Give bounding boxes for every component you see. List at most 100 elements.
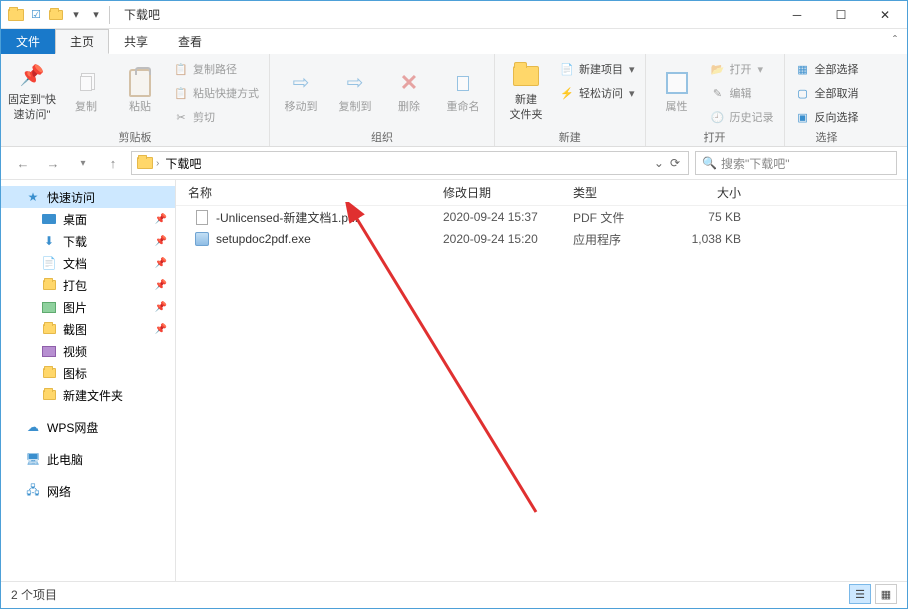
sidebar-pictures[interactable]: 图片📌 [1, 296, 175, 318]
file-row[interactable]: -Unlicensed-新建文档1.pdf2020-09-24 15:37PDF… [176, 206, 907, 228]
sidebar-quick-access[interactable]: ★快速访问 [1, 186, 175, 208]
folder-icon [41, 365, 57, 381]
new-folder-button[interactable]: 新建 文件夹 [501, 56, 551, 128]
copy-button[interactable]: 复制 [61, 56, 111, 128]
window-title: 下载吧 [124, 6, 160, 23]
breadcrumb-current[interactable]: 下载吧 [161, 155, 205, 172]
search-input[interactable]: 🔍 搜索"下载吧" [695, 151, 897, 175]
pin-icon: 📌 [155, 324, 167, 335]
paste-button[interactable]: 粘贴 [115, 56, 165, 128]
qat-overflow-icon[interactable]: ▾ [87, 6, 105, 24]
qat-new-icon[interactable] [47, 6, 65, 24]
view-icons-button[interactable]: ▦ [875, 584, 897, 604]
qat-properties-icon[interactable]: ☑ [27, 6, 45, 24]
delete-icon: ✕ [395, 69, 423, 97]
newfolder-icon [512, 62, 540, 90]
new-item-button[interactable]: 📄新建项目▾ [555, 58, 639, 80]
ribbon-group-open: 属性 📂打开▾ ✎编辑 🕘历史记录 打开 [646, 54, 785, 146]
breadcrumb[interactable]: › 下载吧 ⌄ ⟳ [131, 151, 689, 175]
folder-icon [7, 6, 25, 24]
refresh-icon[interactable]: ⟳ [670, 156, 680, 170]
ribbon-collapse-button[interactable]: ˆ [883, 29, 907, 54]
desktop-icon [41, 211, 57, 227]
file-icon [194, 231, 210, 247]
file-list-area: 名称 修改日期 类型 大小 -Unlicensed-新建文档1.pdf2020-… [176, 180, 907, 581]
sidebar-newfolder[interactable]: 新建文件夹 [1, 384, 175, 406]
search-placeholder: 搜索"下载吧" [721, 155, 790, 172]
select-none-button[interactable]: ▢全部取消 [791, 82, 863, 104]
sidebar-videos[interactable]: 视频 [1, 340, 175, 362]
close-button[interactable]: ✕ [863, 1, 907, 29]
invert-selection-button[interactable]: ▣反向选择 [791, 106, 863, 128]
window-controls: ─ ☐ ✕ [775, 1, 907, 29]
ribbon: 📌 固定到"快 速访问" 复制 粘贴 📋复制路径 📋粘贴快捷方式 ✂剪切 剪贴板… [1, 54, 907, 147]
tab-file[interactable]: 文件 [1, 29, 55, 54]
cut-button[interactable]: ✂剪切 [169, 106, 263, 128]
search-icon: 🔍 [702, 156, 717, 170]
sidebar-network[interactable]: 🖧网络 [1, 480, 175, 502]
breadcrumb-dropdown-icon[interactable]: ⌄ [654, 156, 664, 170]
properties-button[interactable]: 属性 [652, 56, 702, 128]
sidebar-downloads[interactable]: ⬇下载📌 [1, 230, 175, 252]
file-size: 1,038 KB [671, 232, 761, 246]
download-icon: ⬇ [41, 233, 57, 249]
nav-back-button[interactable]: ← [11, 151, 35, 175]
paste-shortcut-button[interactable]: 📋粘贴快捷方式 [169, 82, 263, 104]
sidebar-documents[interactable]: 📄文档📌 [1, 252, 175, 274]
pasteshortcut-icon: 📋 [173, 85, 189, 101]
easyaccess-icon: ⚡ [559, 85, 575, 101]
invert-icon: ▣ [795, 109, 811, 125]
maximize-button[interactable]: ☐ [819, 1, 863, 29]
move-to-button[interactable]: ⇨移动到 [276, 56, 326, 128]
copy-path-button[interactable]: 📋复制路径 [169, 58, 263, 80]
easy-access-button[interactable]: ⚡轻松访问▾ [555, 82, 639, 104]
copy-to-button[interactable]: ⇨复制到 [330, 56, 380, 128]
qat-dropdown-icon[interactable]: ▾ [67, 6, 85, 24]
nav-recent-button[interactable]: ▾ [71, 151, 95, 175]
history-button[interactable]: 🕘历史记录 [706, 106, 778, 128]
column-name[interactable]: 名称 [176, 184, 431, 201]
column-size[interactable]: 大小 [671, 184, 761, 201]
view-details-button[interactable]: ☰ [849, 584, 871, 604]
sidebar-dabao[interactable]: 打包📌 [1, 274, 175, 296]
pictures-icon [41, 299, 57, 315]
sidebar-this-pc[interactable]: 🖥此电脑 [1, 448, 175, 470]
ribbon-group-new: 新建 文件夹 📄新建项目▾ ⚡轻松访问▾ 新建 [495, 54, 646, 146]
open-button[interactable]: 📂打开▾ [706, 58, 778, 80]
pin-to-quickaccess-button[interactable]: 📌 固定到"快 速访问" [7, 56, 57, 128]
divider [109, 6, 110, 24]
title-bar: ☑ ▾ ▾ 下载吧 ─ ☐ ✕ [1, 1, 907, 29]
rename-button[interactable]: 重命名 [438, 56, 488, 128]
edit-icon: ✎ [710, 85, 726, 101]
tab-view[interactable]: 查看 [163, 29, 217, 54]
file-row[interactable]: setupdoc2pdf.exe2020-09-24 15:20应用程序1,03… [176, 228, 907, 250]
star-icon: ★ [25, 189, 41, 205]
edit-button[interactable]: ✎编辑 [706, 82, 778, 104]
sidebar-wps-cloud[interactable]: ☁WPS网盘 [1, 416, 175, 438]
paste-icon [126, 69, 154, 97]
sidebar-desktop[interactable]: 桌面📌 [1, 208, 175, 230]
select-all-button[interactable]: ▦全部选择 [791, 58, 863, 80]
tab-share[interactable]: 共享 [109, 29, 163, 54]
open-icon: 📂 [710, 61, 726, 77]
quick-access-toolbar: ☑ ▾ ▾ [1, 6, 105, 24]
file-type: PDF 文件 [561, 209, 671, 226]
minimize-button[interactable]: ─ [775, 1, 819, 29]
breadcrumb-folder-icon [136, 154, 154, 172]
sidebar-icons[interactable]: 图标 [1, 362, 175, 384]
nav-up-button[interactable]: ↑ [101, 151, 125, 175]
pin-icon: 📌 [155, 214, 167, 225]
pin-icon: 📌 [155, 236, 167, 247]
delete-button[interactable]: ✕删除 [384, 56, 434, 128]
chevron-right-icon[interactable]: › [156, 158, 159, 169]
folder-icon [41, 387, 57, 403]
column-date[interactable]: 修改日期 [431, 184, 561, 201]
address-bar: ← → ▾ ↑ › 下载吧 ⌄ ⟳ 🔍 搜索"下载吧" [1, 147, 907, 180]
nav-forward-button[interactable]: → [41, 151, 65, 175]
tab-home[interactable]: 主页 [55, 29, 109, 54]
sidebar-jietu[interactable]: 截图📌 [1, 318, 175, 340]
column-type[interactable]: 类型 [561, 184, 671, 201]
ribbon-group-clipboard: 📌 固定到"快 速访问" 复制 粘贴 📋复制路径 📋粘贴快捷方式 ✂剪切 剪贴板 [1, 54, 270, 146]
moveto-icon: ⇨ [287, 69, 315, 97]
copypath-icon: 📋 [173, 61, 189, 77]
